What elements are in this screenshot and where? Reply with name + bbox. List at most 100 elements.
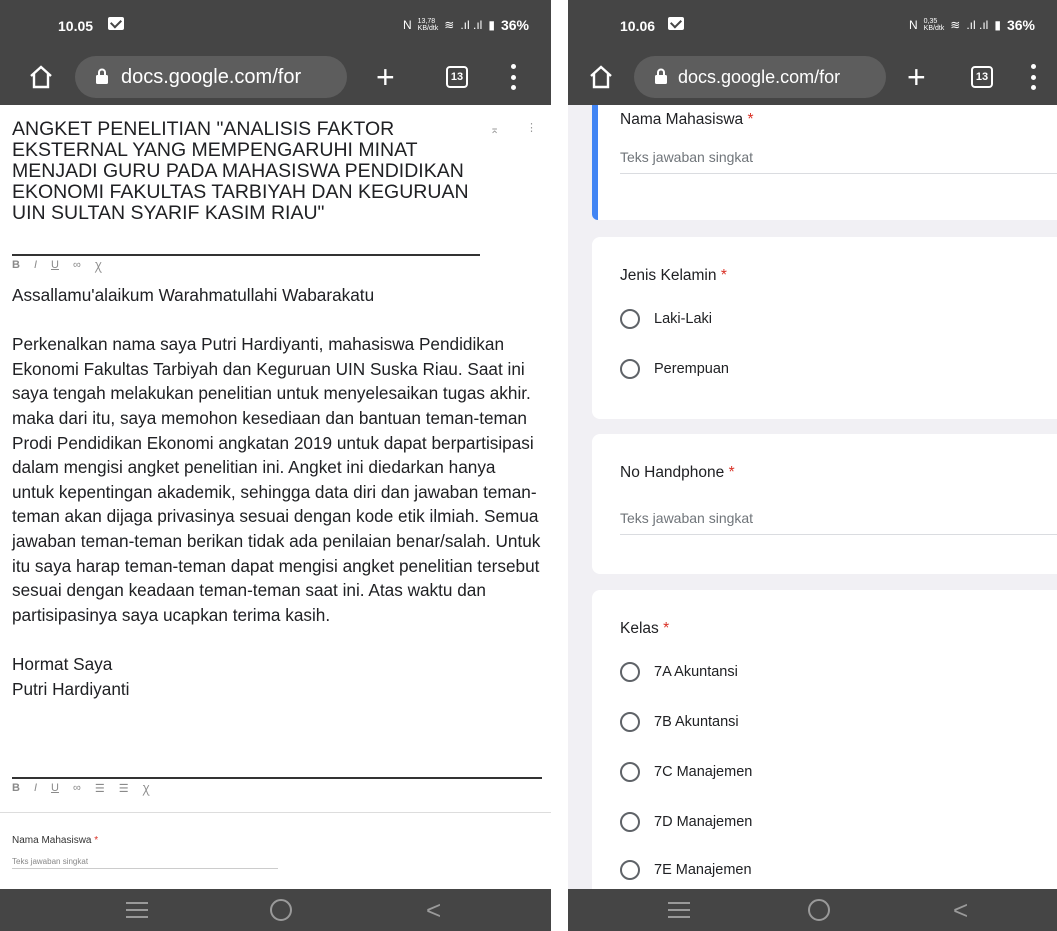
italic-button[interactable]: I — [34, 782, 37, 797]
signal-icon: .ıl .ıl — [966, 18, 989, 32]
question-card-nama[interactable]: Nama Mahasiswa * Teks jawaban singkat — [0, 812, 551, 889]
form-editor: ANGKET PENELITIAN "ANALISIS FAKTOR EKSTE… — [0, 105, 551, 889]
greeting-text: Assallamu'alaikum Warahmatullahi Wabarak… — [12, 285, 375, 305]
title-underline — [12, 254, 480, 256]
status-bar: 10.05 N 13,78 KB/dtk ≋ .ıl .ıl ▮ 36% — [0, 0, 551, 50]
tab-count-button[interactable]: 13 — [446, 66, 468, 88]
nfc-icon: N — [402, 18, 412, 32]
radio-button[interactable] — [620, 712, 640, 732]
wifi-icon: ≋ — [444, 18, 455, 32]
question-label: No Handphone * — [620, 464, 735, 481]
radio-button[interactable] — [620, 662, 640, 682]
question-label: Nama Mahasiswa * — [12, 835, 99, 846]
home-button[interactable] — [270, 899, 292, 921]
message-notification-icon — [668, 17, 684, 30]
link-icon[interactable]: ∞ — [73, 259, 81, 274]
radio-option[interactable]: 7C Manajemen — [620, 762, 752, 782]
short-answer-placeholder[interactable]: Teks jawaban singkat — [620, 510, 1057, 535]
radio-button[interactable] — [620, 860, 640, 880]
signal-icon: .ıl .ıl — [460, 18, 483, 32]
body-text: Perkenalkan nama saya Putri Hardiyanti, … — [12, 334, 541, 625]
status-icons: N 13,78 KB/dtk ≋ .ıl .ıl ▮ 36% — [403, 17, 529, 33]
question-label: Nama Mahasiswa * — [620, 111, 754, 128]
short-answer-placeholder: Teks jawaban singkat — [12, 857, 278, 869]
more-menu-icon[interactable] — [1030, 64, 1036, 90]
radio-button[interactable] — [620, 359, 640, 379]
clear-format-icon[interactable]: Ꭓ — [143, 782, 150, 797]
browser-toolbar: docs.google.com/for + 13 — [568, 50, 1057, 105]
radio-option[interactable]: 7D Manajemen — [620, 812, 752, 832]
new-tab-icon[interactable]: + — [376, 58, 395, 96]
recent-apps-button[interactable] — [126, 902, 148, 918]
radio-option[interactable]: Perempuan — [620, 359, 729, 379]
question-card-kelas[interactable]: Kelas * 7A Akuntansi 7B Akuntansi 7C Man… — [592, 590, 1057, 889]
status-time: 10.06 — [620, 18, 656, 34]
recent-apps-button[interactable] — [668, 902, 690, 918]
radio-button[interactable] — [620, 309, 640, 329]
question-card-jenis-kelamin[interactable]: Jenis Kelamin * Laki-Laki Perempuan — [592, 237, 1057, 419]
back-button[interactable]: < — [953, 895, 968, 925]
home-button[interactable] — [808, 899, 830, 921]
url-bar[interactable]: docs.google.com/for — [634, 56, 886, 98]
collapse-icon[interactable]: ⌅ — [490, 123, 499, 136]
wifi-icon: ≋ — [950, 18, 961, 32]
browser-toolbar: docs.google.com/for + 13 — [0, 50, 551, 105]
question-label: Kelas * — [620, 620, 670, 637]
section-menu-icon[interactable]: ⋮ — [526, 121, 537, 134]
back-button[interactable]: < — [426, 895, 441, 925]
question-card-nama[interactable]: Nama Mahasiswa * Teks jawaban singkat — [592, 105, 1057, 220]
underline-button[interactable]: U — [51, 259, 59, 274]
clear-format-icon[interactable]: Ꭓ — [95, 259, 102, 274]
battery-icon: ▮ — [994, 18, 1001, 32]
network-speed: 0,35 KB/dtk — [923, 18, 945, 32]
android-nav-bar: < — [0, 889, 551, 931]
home-icon[interactable] — [588, 64, 614, 90]
bold-button[interactable]: B — [12, 782, 20, 797]
status-time: 10.05 — [58, 18, 94, 34]
link-icon[interactable]: ∞ — [73, 782, 81, 797]
radio-option[interactable]: 7E Manajemen — [620, 860, 752, 880]
status-bar: 10.06 N 0,35 KB/dtk ≋ .ıl .ıl ▮ 36% — [568, 0, 1057, 50]
italic-button[interactable]: I — [34, 259, 37, 274]
bullet-list-icon[interactable]: ☰ — [119, 782, 129, 797]
active-question-indicator — [592, 105, 598, 220]
form-description[interactable]: Assallamu'alaikum Warahmatullahi Wabarak… — [12, 283, 542, 701]
new-tab-icon[interactable]: + — [907, 58, 926, 96]
numbered-list-icon[interactable]: ☰ — [95, 782, 105, 797]
right-phone-screen: 10.06 N 0,35 KB/dtk ≋ .ıl .ıl ▮ 36% docs… — [568, 0, 1057, 931]
form-questions: Nama Mahasiswa * Teks jawaban singkat Je… — [568, 105, 1057, 889]
question-label: Jenis Kelamin * — [620, 267, 727, 284]
short-answer-placeholder[interactable]: Teks jawaban singkat — [620, 149, 1057, 174]
signature-text: Putri Hardiyanti — [12, 678, 130, 699]
radio-option[interactable]: 7A Akuntansi — [620, 662, 738, 682]
bold-button[interactable]: B — [12, 259, 20, 274]
message-notification-icon — [108, 17, 124, 30]
tab-count-button[interactable]: 13 — [971, 66, 993, 88]
battery-percent: 36% — [500, 17, 529, 33]
url-text: docs.google.com/for — [678, 67, 841, 87]
screenshot-divider — [551, 0, 568, 931]
status-icons: N 0,35 KB/dtk ≋ .ıl .ıl ▮ 36% — [909, 17, 1035, 33]
network-speed: 13,78 KB/dtk — [417, 18, 439, 32]
home-icon[interactable] — [28, 64, 54, 90]
url-text: docs.google.com/for — [121, 66, 302, 88]
closing-text: Hormat Saya — [12, 653, 113, 674]
lock-icon — [96, 68, 108, 84]
description-underline — [12, 777, 542, 779]
underline-button[interactable]: U — [51, 782, 59, 797]
more-menu-icon[interactable] — [510, 64, 516, 90]
url-bar[interactable]: docs.google.com/for — [75, 56, 347, 98]
form-title[interactable]: ANGKET PENELITIAN "ANALISIS FAKTOR EKSTE… — [12, 119, 482, 224]
radio-button[interactable] — [620, 762, 640, 782]
title-format-toolbar: B I U ∞ Ꭓ — [12, 259, 102, 274]
drag-handle-icon[interactable]: ⋮ — [1053, 433, 1057, 444]
radio-option[interactable]: Laki-Laki — [620, 309, 712, 329]
question-card-no-handphone[interactable]: No Handphone * Teks jawaban singkat — [592, 434, 1057, 574]
radio-option[interactable]: 7B Akuntansi — [620, 712, 739, 732]
left-phone-screen: 10.05 N 13,78 KB/dtk ≋ .ıl .ıl ▮ 36% doc… — [0, 0, 551, 931]
description-format-toolbar: B I U ∞ ☰ ☰ Ꭓ — [12, 782, 150, 797]
android-nav-bar: < — [568, 889, 1057, 931]
battery-percent: 36% — [1006, 17, 1035, 33]
battery-icon: ▮ — [488, 18, 495, 32]
radio-button[interactable] — [620, 812, 640, 832]
